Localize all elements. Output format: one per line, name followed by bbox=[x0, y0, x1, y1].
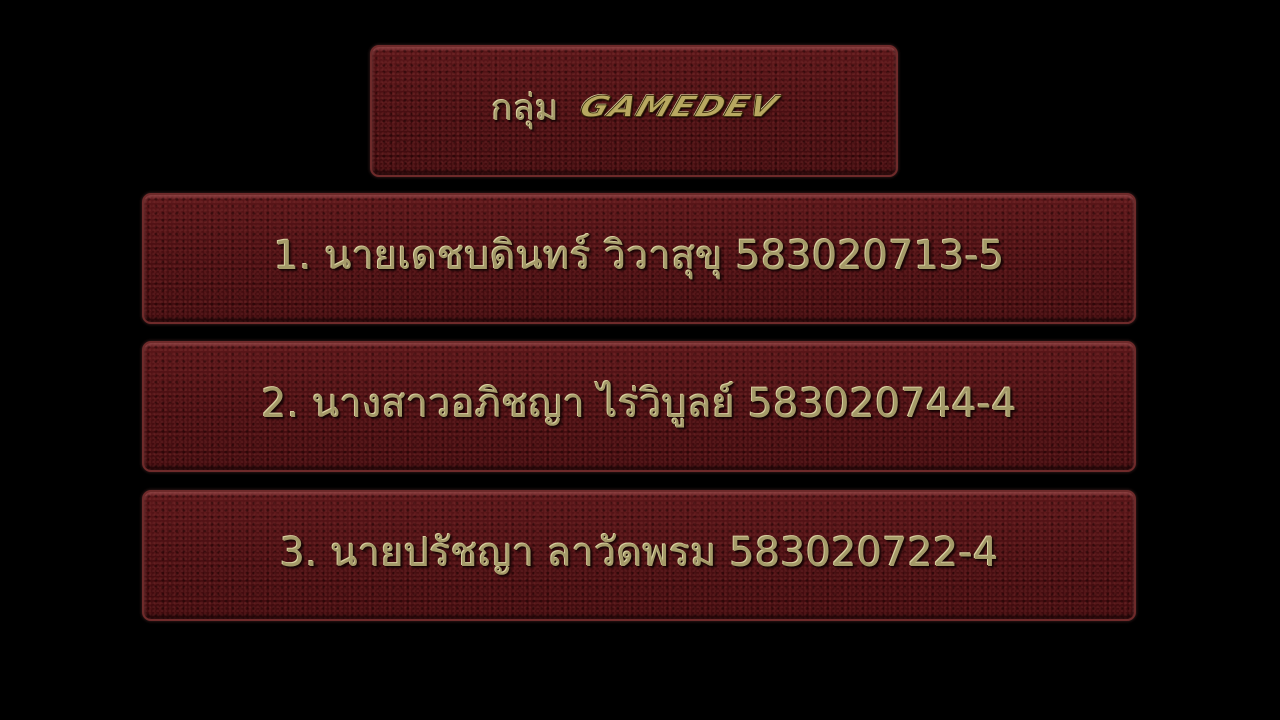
member-2-text: 2. นางสาวอภิชญา ไร่วิบูลย์ 583020744-4 bbox=[261, 380, 1017, 427]
group-name: GAMEDEV bbox=[575, 90, 783, 125]
group-title: กลุ่ม GAMEDEV bbox=[491, 79, 783, 136]
member-1-text: 1. นายเดชบดินทร์ วิวาสุขุ 583020713-5 bbox=[273, 232, 1005, 279]
group-label: กลุ่ม bbox=[491, 87, 559, 129]
member-panel-2: 2. นางสาวอภิชญา ไร่วิบูลย์ 583020744-4 bbox=[142, 341, 1136, 472]
member-panel-1: 1. นายเดชบดินทร์ วิวาสุขุ 583020713-5 bbox=[142, 193, 1136, 324]
member-3-text: 3. นายปรัชญา ลาวัดพรม 583020722-4 bbox=[279, 529, 999, 576]
member-panel-3: 3. นายปรัชญา ลาวัดพรม 583020722-4 bbox=[142, 490, 1136, 621]
group-title-panel: กลุ่ม GAMEDEV bbox=[370, 45, 898, 177]
